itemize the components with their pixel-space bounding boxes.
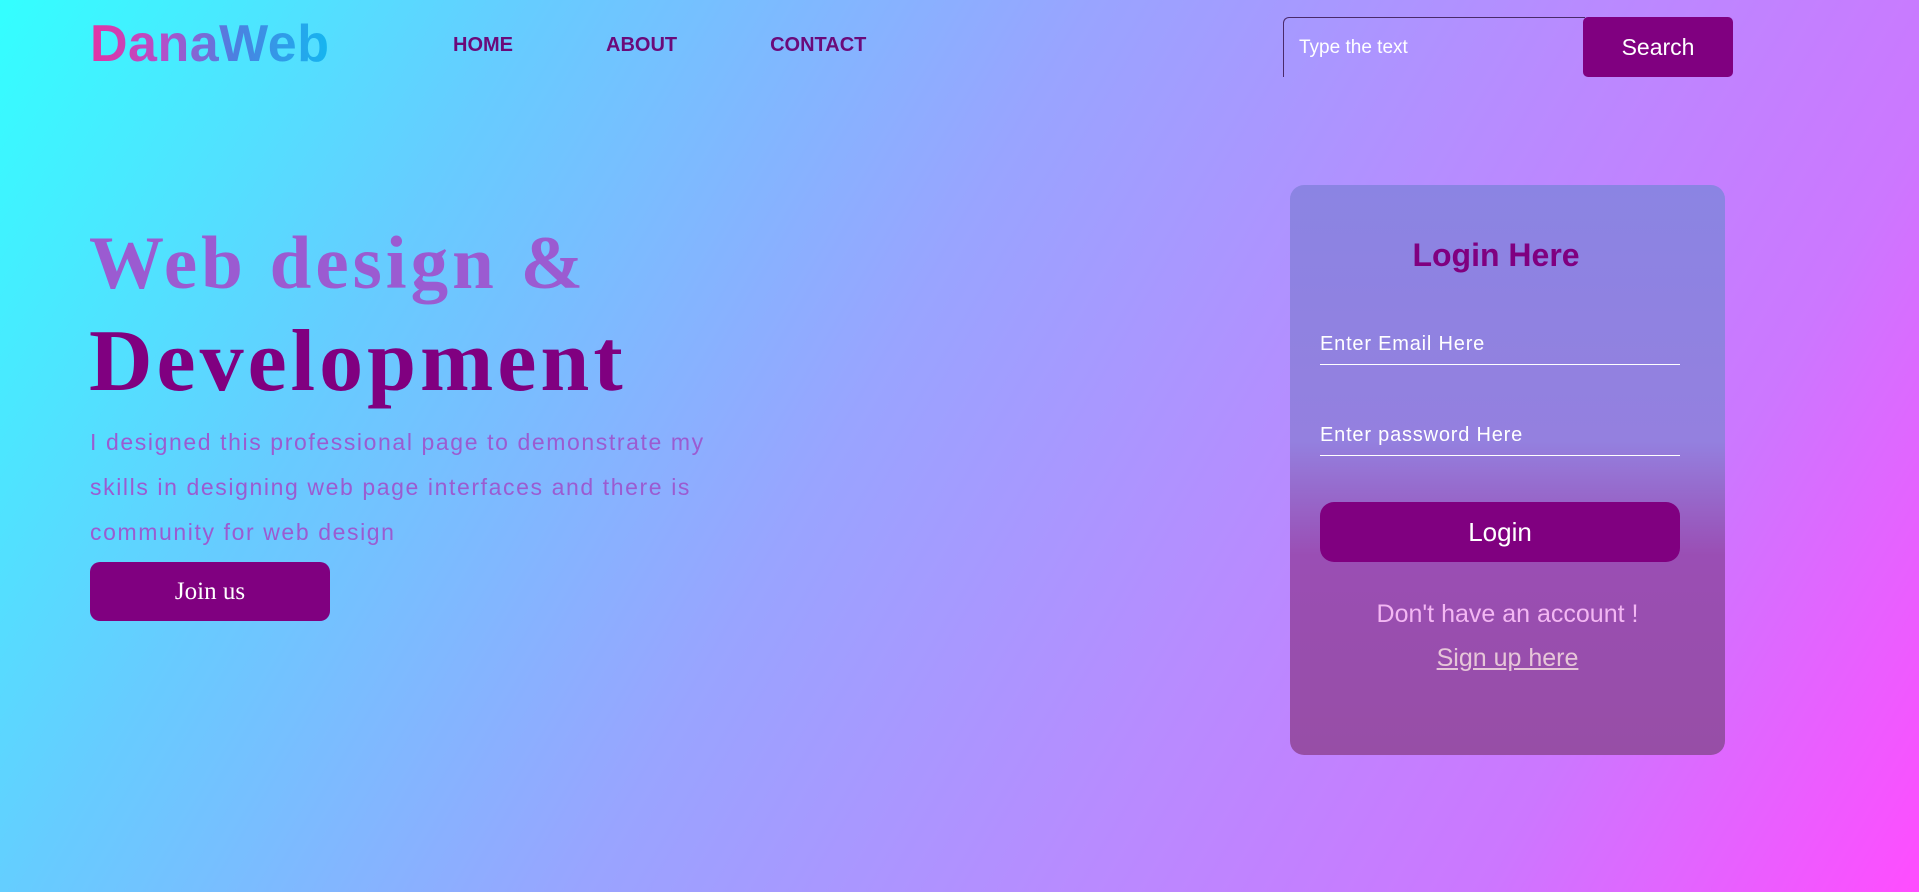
email-field[interactable]: [1320, 325, 1680, 365]
nav-about-link[interactable]: ABOUT: [606, 34, 677, 57]
password-field[interactable]: [1320, 416, 1680, 456]
hero-description: I designed this professional page to dem…: [90, 429, 705, 545]
login-button[interactable]: Login: [1320, 502, 1680, 562]
nav-contact-link[interactable]: CONTACT: [770, 34, 866, 57]
login-title: Login Here: [1412, 237, 1580, 273]
site-logo[interactable]: DanaWeb: [90, 14, 329, 74]
main-nav: HOME ABOUT CONTACT: [453, 34, 866, 57]
nav-home-link[interactable]: HOME: [453, 34, 513, 57]
login-card: Login Here Login Don't have an account !…: [1290, 185, 1725, 755]
signup-link[interactable]: Sign up here: [1290, 644, 1725, 673]
hero-title-line2: Development: [89, 313, 627, 410]
no-account-text: Don't have an account !: [1376, 600, 1639, 628]
search-button[interactable]: Search: [1583, 17, 1733, 77]
search-bar: Search: [1283, 17, 1733, 77]
search-input[interactable]: [1283, 17, 1585, 77]
join-us-button[interactable]: Join us: [90, 562, 330, 621]
hero-title-line1: Web design &: [89, 222, 588, 305]
